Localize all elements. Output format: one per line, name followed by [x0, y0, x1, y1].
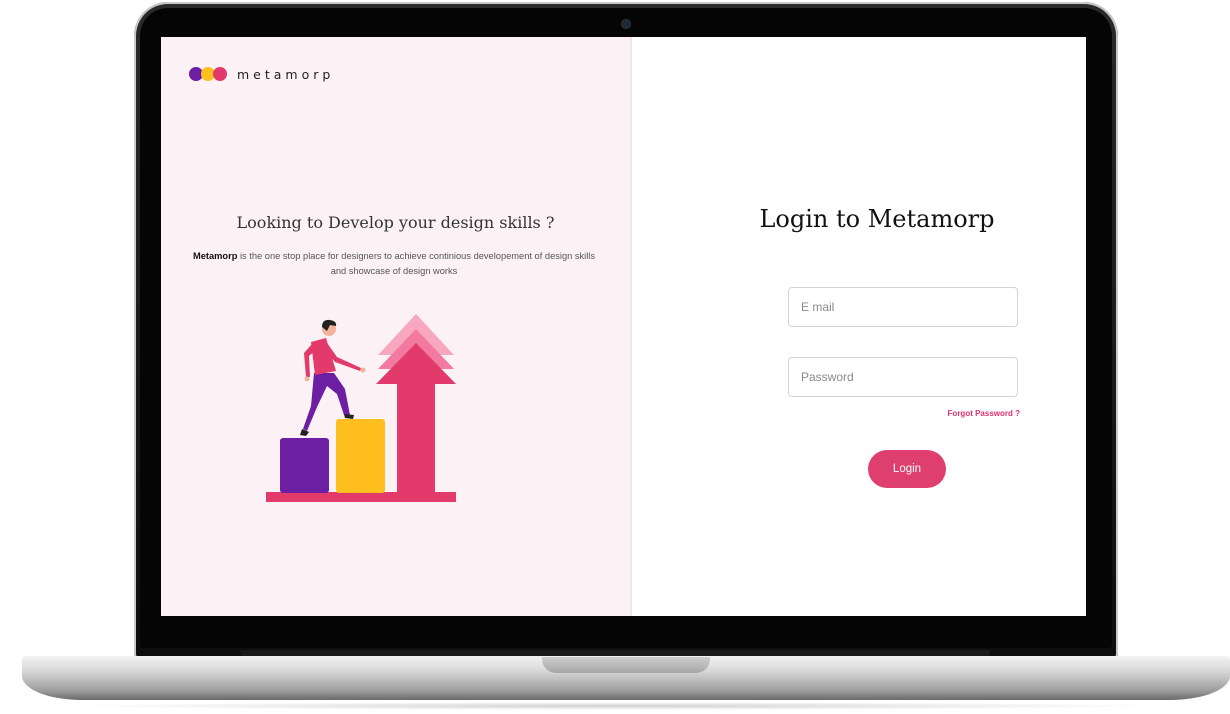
email-field[interactable] [788, 287, 1018, 327]
login-panel: Login to Metamorp Forgot Password ? Logi… [632, 37, 1086, 616]
illustration-purple-block [280, 438, 329, 493]
logo-dot-pink-icon [213, 67, 227, 81]
forgot-password-link[interactable]: Forgot Password ? [902, 409, 1020, 418]
illustration-arrow-shaft [397, 383, 435, 493]
laptop-shadow [60, 702, 1170, 710]
login-title: Login to Metamorp [759, 205, 995, 233]
illustration-person-shoe-right [344, 414, 354, 419]
illustration-person-hand-left [304, 376, 310, 382]
laptop-opening-notch [542, 657, 710, 673]
login-button[interactable]: Login [868, 450, 946, 488]
illustration-person-hand-right [360, 367, 366, 373]
illustration-yellow-block [336, 419, 385, 493]
webcam-icon [622, 20, 630, 28]
hero-description-text: is the one stop place for designers to a… [237, 251, 596, 276]
brand-name: metamorp [237, 66, 335, 82]
laptop-screen: metamorp Looking to Develop your design … [161, 37, 1086, 616]
hero-description: Metamorp is the one stop place for desig… [189, 249, 599, 279]
intro-panel: metamorp Looking to Develop your design … [161, 37, 630, 616]
logo: metamorp [189, 66, 334, 82]
hero-description-brand: Metamorp [192, 251, 238, 261]
password-field[interactable] [788, 357, 1018, 397]
hero-title: Looking to Develop your design skills ? [236, 213, 555, 232]
growth-illustration [266, 314, 456, 502]
illustration-platform [266, 492, 456, 502]
illustration-person-shoe-left [300, 429, 309, 436]
